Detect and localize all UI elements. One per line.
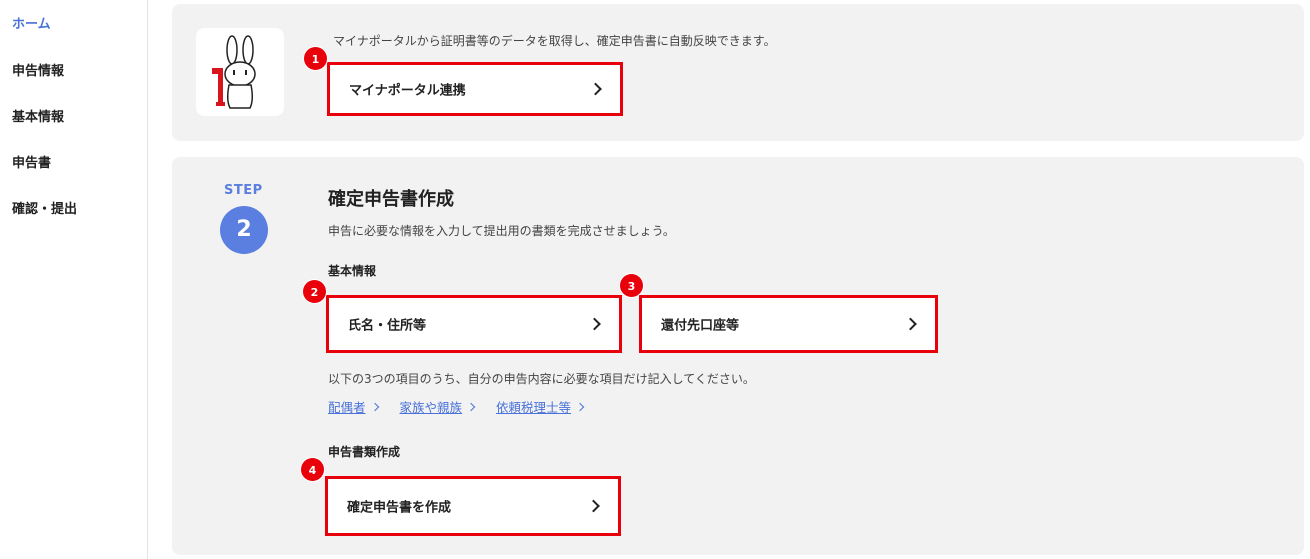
- section-description: 申告に必要な情報を入力して提出用の書類を完成させましょう。: [328, 224, 675, 238]
- refund-account-button[interactable]: 還付先口座等: [639, 295, 938, 353]
- mynaportal-button-label: マイナポータル連携: [349, 83, 466, 99]
- mynaportal-description: マイナポータルから証明書等のデータを取得し、確定申告書に自動反映できます。: [333, 34, 776, 48]
- step-label: STEP: [224, 183, 263, 198]
- mynaportal-card: マイナポータルから証明書等のデータを取得し、確定申告書に自動反映できます。 マイ…: [172, 4, 1304, 141]
- refund-account-button-label: 還付先口座等: [661, 318, 740, 334]
- name-address-button[interactable]: 氏名・住所等: [326, 295, 622, 353]
- step-badge-1: 1: [303, 46, 328, 71]
- spouse-link[interactable]: 配偶者: [328, 397, 379, 416]
- chevron-right-icon: [904, 317, 917, 331]
- docs-creation-heading: 申告書類作成: [328, 445, 401, 459]
- chevron-right-icon: [466, 402, 476, 411]
- optional-items-description: 以下の3つの項目のうち、自分の申告内容に必要な項目だけ記入してください。: [328, 372, 755, 386]
- sidebar-item-declaration-info[interactable]: 申告情報: [12, 60, 64, 79]
- optional-links: 配偶者 家族や親族 依頼税理士等: [328, 397, 585, 416]
- chevron-right-icon: [588, 317, 601, 331]
- create-return-button-label: 確定申告書を作成: [347, 500, 452, 516]
- basic-info-heading: 基本情報: [328, 264, 377, 278]
- sidebar-item-return[interactable]: 申告書: [12, 152, 51, 171]
- create-return-button[interactable]: 確定申告書を作成: [325, 476, 621, 536]
- section-title: 確定申告書作成: [328, 189, 454, 210]
- sidebar-item-basic-info[interactable]: 基本情報: [12, 106, 64, 125]
- tax-accountant-link[interactable]: 依頼税理士等: [496, 397, 585, 416]
- chevron-right-icon: [587, 499, 600, 513]
- chevron-right-icon: [575, 402, 585, 411]
- sidebar-item-home[interactable]: ホーム: [12, 13, 51, 32]
- name-address-button-label: 氏名・住所等: [348, 318, 427, 334]
- chevron-right-icon: [589, 82, 602, 96]
- family-link[interactable]: 家族や親族: [400, 397, 476, 416]
- step-badge-4: 4: [300, 457, 325, 482]
- mynaportal-link-button[interactable]: マイナポータル連携: [327, 62, 623, 116]
- mynaportal-mascot-icon: [196, 28, 284, 116]
- chevron-right-icon: [370, 402, 379, 411]
- step-badge-3: 3: [619, 273, 644, 298]
- step-number-badge: 2: [220, 206, 268, 254]
- return-creation-card: STEP 2 確定申告書作成 申告に必要な情報を入力して提出用の書類を完成させま…: [172, 157, 1304, 555]
- sidebar-item-confirm-submit[interactable]: 確認・提出: [12, 198, 77, 217]
- step-badge-2: 2: [302, 279, 327, 304]
- sidebar: ホーム 申告情報 基本情報 申告書 確認・提出: [0, 0, 148, 559]
